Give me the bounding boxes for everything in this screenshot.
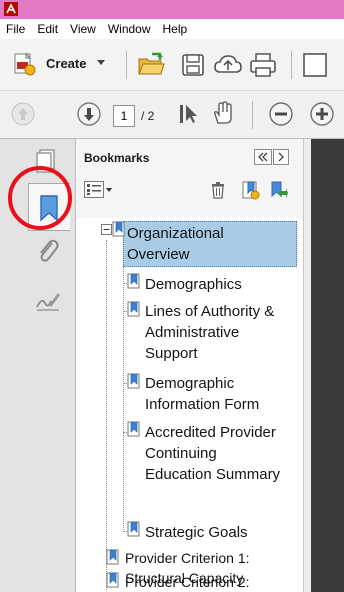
bookmark-label: Organizational [127, 225, 224, 242]
page-number-input[interactable]: 1 [113, 105, 135, 127]
create-label: Create [46, 56, 87, 71]
bookmark-label: Provider Criterion 2: [125, 574, 250, 590]
open-folder-icon[interactable] [136, 51, 166, 79]
arrow-down-icon[interactable] [76, 101, 102, 127]
zoom-out-icon[interactable] [268, 101, 294, 127]
bookmark-label: Education Summary [145, 466, 281, 483]
bookmark-item[interactable]: Accredited Provider Continuing Education… [145, 422, 280, 485]
expand-right-icon[interactable] [273, 149, 289, 165]
bookmark-label: Strategic Goals [145, 524, 248, 541]
bookmark-icon [127, 421, 140, 437]
page-total: / 2 [141, 109, 155, 123]
create-pdf-icon [14, 53, 36, 76]
bookmark-icon [127, 373, 140, 389]
bookmark-icon [127, 521, 140, 537]
print-icon[interactable] [248, 51, 278, 79]
panel-tools [77, 175, 303, 205]
hand-icon[interactable] [209, 100, 237, 128]
bookmark-icon [106, 549, 119, 565]
bookmark-item[interactable]: Lines of Authority & Administrative Supp… [145, 301, 274, 364]
bookmark-icon [112, 221, 125, 237]
toolbar-divider [291, 51, 292, 79]
chevron-down-icon [97, 60, 105, 65]
bookmark-label: Lines of Authority & [145, 303, 275, 320]
bookmark-label: Continuing [145, 445, 217, 462]
acrobat-icon [4, 2, 18, 16]
new-bookmark-icon[interactable] [240, 180, 260, 200]
trash-icon[interactable] [210, 181, 226, 199]
bookmark-label: Information Form [145, 396, 260, 413]
bookmark-label: Demographics [145, 276, 242, 293]
paperclip-icon[interactable] [34, 237, 60, 263]
highlight-circle [8, 166, 72, 230]
bookmark-item[interactable]: Organizational Overview [127, 223, 224, 265]
bookmark-label: Support [145, 345, 198, 362]
menu-help[interactable]: Help [157, 22, 194, 36]
main-toolbar: Create [0, 39, 344, 91]
select-cursor-icon[interactable] [176, 101, 202, 127]
menu-bar: File Edit View Window Help [0, 19, 344, 39]
bookmark-icon [127, 301, 140, 317]
bookmark-label: Accredited Provider [145, 424, 276, 441]
bookmark-label: Provider Criterion 1: [125, 550, 250, 566]
expand-bookmark-icon[interactable] [268, 180, 288, 200]
arrow-up-icon[interactable] [10, 101, 36, 127]
share-icon[interactable] [300, 51, 344, 79]
bookmark-item[interactable]: Strategic Goals [145, 522, 248, 543]
document-view[interactable] [311, 139, 344, 592]
options-menu-icon[interactable] [84, 181, 114, 199]
bookmark-icon [127, 273, 140, 289]
zoom-in-icon[interactable] [309, 101, 335, 127]
panel-title: Bookmarks [84, 151, 150, 165]
panel-splitter[interactable] [303, 139, 311, 592]
tree-connector [106, 240, 107, 590]
toolbar-divider [126, 51, 127, 79]
cloud-upload-icon[interactable] [213, 51, 243, 79]
save-icon[interactable] [180, 51, 206, 79]
collapse-left-icon[interactable] [254, 149, 272, 165]
navigation-toolbar [0, 91, 344, 139]
bookmark-icon [106, 572, 119, 588]
tree-connector [123, 246, 124, 532]
menu-edit[interactable]: Edit [31, 22, 64, 36]
bookmark-label: Administrative [145, 324, 240, 341]
bookmark-label: Overview [127, 246, 190, 263]
menu-window[interactable]: Window [102, 22, 157, 36]
title-bar [0, 0, 344, 19]
panel-header: Bookmarks [77, 139, 303, 175]
bookmark-item[interactable]: Demographic Information Form [145, 373, 259, 415]
toolbar-divider [252, 101, 253, 129]
bookmark-item[interactable]: Provider Criterion 2: [125, 572, 250, 592]
bookmark-item[interactable]: Demographics [145, 274, 242, 295]
bookmark-label: Demographic [145, 375, 235, 392]
menu-view[interactable]: View [64, 22, 102, 36]
collapse-tree-icon[interactable] [101, 224, 112, 235]
signature-icon[interactable] [34, 287, 62, 313]
menu-file[interactable]: File [0, 22, 31, 36]
